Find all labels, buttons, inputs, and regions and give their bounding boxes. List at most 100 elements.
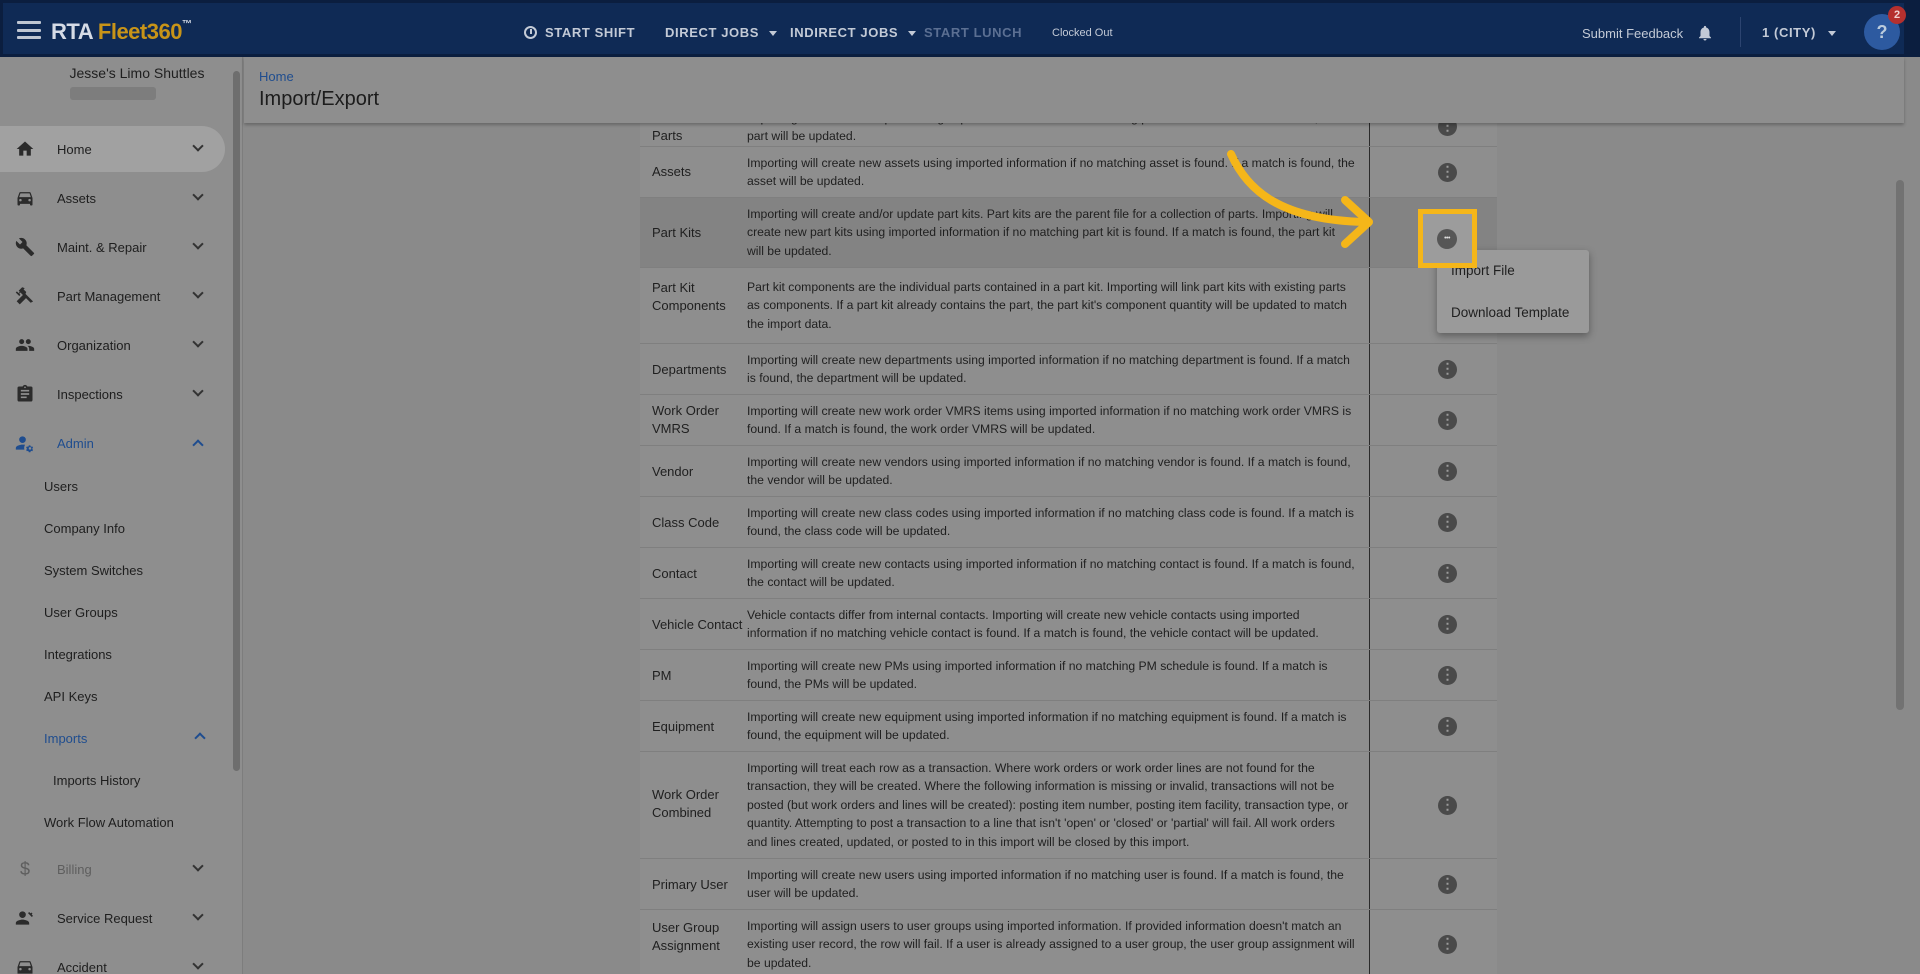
sidebar-item-service-request[interactable]: Service Request	[0, 895, 225, 941]
wrench-icon	[14, 236, 36, 258]
chevron-down-icon	[192, 336, 204, 348]
indirect-jobs-dropdown[interactable]: INDIRECT JOBS	[790, 25, 917, 40]
row-name: Vendor	[652, 464, 694, 479]
row-description: Importing will create new work order VMR…	[747, 404, 1352, 437]
row-more-options-icon[interactable]	[1438, 934, 1457, 954]
app-logo[interactable]: RTA Fleet360™	[51, 19, 192, 45]
column-divider	[1369, 910, 1370, 974]
breadcrumb-home[interactable]: Home	[259, 69, 294, 84]
sidebar-subitem-user-groups[interactable]: User Groups	[44, 605, 118, 620]
sidebar-subitem-api-keys[interactable]: API Keys	[44, 689, 97, 704]
row-more-options-icon[interactable]	[1438, 874, 1457, 894]
row-description: Importing will create new departments us…	[747, 353, 1350, 386]
company-name: Jesse's Limo Shuttles	[69, 65, 205, 81]
column-divider	[1369, 446, 1370, 496]
row-more-options-icon[interactable]	[1438, 563, 1457, 583]
location-selector[interactable]: 1 (CITY)	[1762, 25, 1836, 40]
row-name: Work Order VMRS	[652, 403, 719, 436]
person-wrench-icon	[14, 907, 36, 929]
column-divider	[1369, 268, 1370, 343]
column-divider	[1369, 395, 1370, 445]
start-shift-button[interactable]: START SHIFT	[524, 25, 635, 40]
sidebar-item-label: Accident	[57, 959, 107, 974]
row-more-options-icon[interactable]	[1438, 512, 1457, 532]
row-more-options-icon[interactable]	[1438, 614, 1457, 634]
caret-down-icon	[908, 31, 917, 37]
sidebar-item-inspections[interactable]: Inspections	[0, 371, 225, 417]
logo-fleet-text: Fleet360	[97, 19, 183, 44]
sidebar-item-billing[interactable]: $ Billing	[0, 846, 225, 892]
row-more-options-icon[interactable]	[1438, 665, 1457, 685]
sidebar-item-label: Assets	[57, 190, 97, 206]
sidebar-scrollbar[interactable]	[233, 71, 240, 771]
sidebar-item-label: Part Management	[57, 288, 161, 304]
row-more-options-icon[interactable]	[1438, 359, 1457, 379]
row-description: Importing will create new PMs using impo…	[747, 659, 1328, 692]
sidebar-item-maint-repair[interactable]: Maint. & Repair	[0, 224, 225, 270]
sidebar-item-admin[interactable]: Admin	[0, 420, 225, 466]
row-more-options-icon[interactable]	[1438, 162, 1457, 182]
download-template-menu-item[interactable]: Download Template	[1451, 305, 1569, 320]
row-name: Equipment	[652, 719, 715, 734]
sidebar-subitem-imports[interactable]: Imports	[44, 731, 206, 746]
dollar-icon: $	[19, 858, 30, 879]
direct-jobs-dropdown[interactable]: DIRECT JOBS	[665, 25, 778, 40]
sidebar-item-label: Billing	[57, 861, 92, 877]
table-row-contact: Contact Importing will create new contac…	[640, 548, 1497, 599]
table-row-user-group-assignment: User Group Assignment Importing will ass…	[640, 910, 1497, 974]
sidebar-subitem-work-flow-automation[interactable]: Work Flow Automation	[44, 815, 174, 830]
column-divider	[1369, 859, 1370, 909]
row-name: Class Code	[652, 515, 720, 530]
chevron-down-icon	[192, 189, 204, 201]
sidebar-item-label: Maint. & Repair	[57, 239, 147, 255]
part-kits-more-options-icon[interactable]	[1437, 229, 1457, 249]
logo-trademark: ™	[181, 19, 192, 30]
chevron-up-icon	[192, 439, 204, 451]
caret-down-icon	[1827, 31, 1836, 37]
sidebar-item-part-management[interactable]: Part Management	[0, 273, 225, 319]
row-description: Importing will create new equipment usin…	[747, 710, 1347, 743]
location-label: 1 (CITY)	[1762, 25, 1816, 40]
row-description: Vehicle contacts differ from internal co…	[747, 608, 1319, 641]
sidebar-item-home[interactable]: Home	[0, 126, 225, 172]
row-description: Importing will create new contacts using…	[747, 557, 1355, 590]
table-row-work-order-combined: Work Order Combined Importing will treat…	[640, 752, 1497, 859]
column-divider	[1369, 701, 1370, 751]
row-more-options-icon[interactable]	[1438, 461, 1457, 481]
row-more-options-icon[interactable]	[1438, 716, 1457, 736]
sidebar-subitem-integrations[interactable]: Integrations	[44, 647, 112, 662]
sidebar-subitem-users[interactable]: Users	[44, 479, 78, 494]
row-name: Vehicle Contact	[652, 617, 743, 632]
table-row-work-order-vmrs: Work Order VMRS Importing will create ne…	[640, 395, 1497, 446]
chevron-up-icon	[194, 732, 206, 744]
sidebar-item-organization[interactable]: Organization	[0, 322, 225, 368]
sidebar-item-accident[interactable]: Accident	[0, 944, 225, 974]
row-more-options-icon[interactable]	[1438, 795, 1457, 815]
notification-bell-icon[interactable]	[1696, 24, 1714, 42]
column-divider	[1369, 650, 1370, 700]
row-description: Part kit components are the individual p…	[747, 280, 1347, 331]
sidebar-subitem-imports-history[interactable]: Imports History	[53, 773, 140, 788]
page-title: Import/Export	[259, 88, 380, 110]
content-scrollbar[interactable]	[1896, 180, 1904, 710]
main-content: Parts Importing will create new parts us…	[244, 103, 1904, 974]
sidebar-subitem-system-switches[interactable]: System Switches	[44, 563, 143, 578]
sidebar-subitem-company-info[interactable]: Company Info	[44, 521, 125, 536]
topbar-divider	[1740, 17, 1741, 47]
table-row-part-kit-components: Part Kit Components Part kit components …	[640, 268, 1497, 344]
row-name: PM	[652, 668, 672, 683]
chevron-down-icon	[192, 287, 204, 299]
submit-feedback-link[interactable]: Submit Feedback	[1582, 26, 1683, 41]
start-lunch-button: START LUNCH	[924, 25, 1023, 40]
row-name: Assets	[652, 164, 692, 179]
sidebar-item-label: Organization	[57, 337, 131, 353]
row-description: Importing will treat each row as a trans…	[747, 761, 1349, 849]
start-shift-label: START SHIFT	[545, 25, 636, 40]
table-row-primary-user: Primary User Importing will create new u…	[640, 859, 1497, 910]
hamburger-menu-icon[interactable]	[17, 21, 41, 39]
chevron-down-icon	[192, 385, 204, 397]
row-more-options-icon[interactable]	[1438, 410, 1457, 430]
table-row-vendor: Vendor Importing will create new vendors…	[640, 446, 1497, 497]
sidebar-item-assets[interactable]: Assets	[0, 175, 225, 221]
row-description: Importing will create new vendors using …	[747, 455, 1351, 488]
